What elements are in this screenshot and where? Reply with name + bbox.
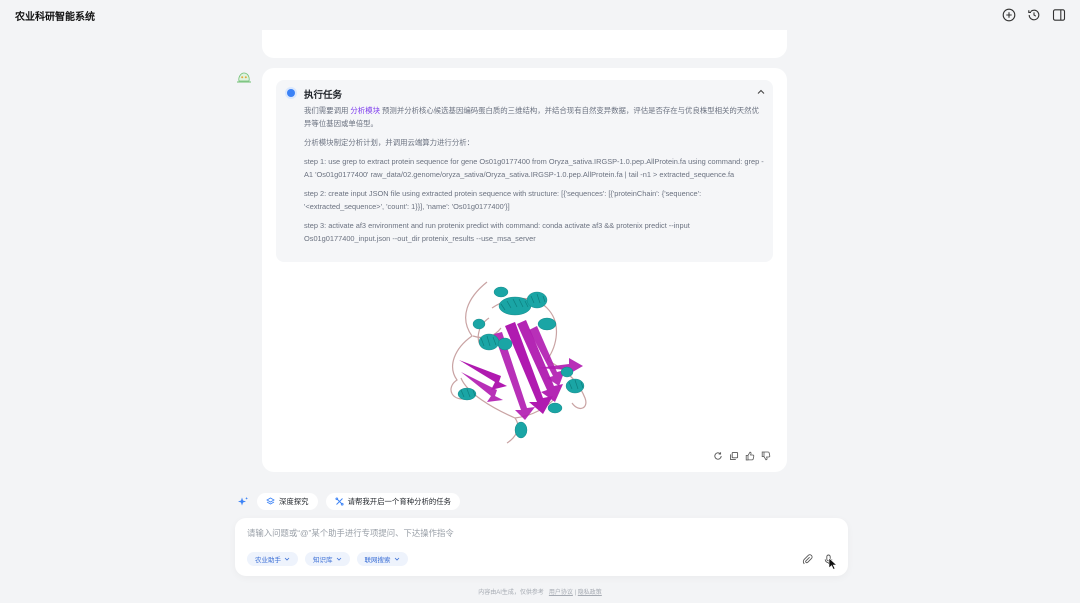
task-step-3: step 3: activate af3 environment and run… xyxy=(304,221,690,243)
knowledge-base-dropdown[interactable]: 知识库 xyxy=(305,552,350,566)
sparkle-icon xyxy=(238,496,248,505)
tools-icon xyxy=(335,497,344,506)
analysis-module-link[interactable]: 分析模块 xyxy=(350,106,380,115)
agri-assistant-dropdown[interactable]: 农业助手 xyxy=(247,552,298,566)
message-input[interactable] xyxy=(247,526,827,540)
chevron-down-icon xyxy=(284,557,290,561)
web-search-label: 联网搜索 xyxy=(364,557,391,564)
footer-notice: 内容由AI生成，仅供参考 xyxy=(478,590,544,596)
chevron-up-icon[interactable] xyxy=(756,87,766,97)
suggestion-row: 深度探究 请帮我开启一个育种分析的任务 xyxy=(237,493,461,510)
copy-icon[interactable] xyxy=(729,451,739,461)
protein-structure-svg xyxy=(450,281,587,444)
suggestion-deep-explore[interactable]: 深度探究 xyxy=(257,493,318,510)
knowledge-base-label: 知识库 xyxy=(313,557,333,564)
new-chat-icon[interactable] xyxy=(1002,8,1016,22)
task-plan: 分析模块制定分析计划，并调用云端算力进行分析： xyxy=(304,138,474,147)
protein-structure-image xyxy=(397,268,655,448)
user-agreement-link[interactable]: 用户协议 xyxy=(549,590,573,596)
chevron-down-icon xyxy=(336,557,341,561)
top-bar: 农业科研智能系统 xyxy=(0,0,1080,30)
history-icon[interactable] xyxy=(1027,8,1041,22)
task-intro: 我们需要调用 分析模块 预测并分析核心候选基因编码蛋白质的三维结构，并结合现有自… xyxy=(304,104,766,130)
composer-tools: 农业助手 知识库 联网搜索 xyxy=(247,552,408,566)
task-header[interactable]: 执行任务 xyxy=(286,87,766,101)
suggestion-breeding-task[interactable]: 请帮我开启一个育种分析的任务 xyxy=(325,493,461,510)
agri-assistant-label: 农业助手 xyxy=(255,557,281,564)
footer: 内容由AI生成，仅供参考 用户协议 | 隐私政策 xyxy=(478,590,602,596)
paperclip-icon[interactable] xyxy=(802,554,813,565)
suggestion-breeding-task-label: 请帮我开启一个育种分析的任务 xyxy=(347,497,452,506)
sidebar-toggle-icon[interactable] xyxy=(1052,8,1066,22)
task-intro-text: 我们需要调用 xyxy=(304,106,351,115)
task-step-2: step 2: create input JSON file using ext… xyxy=(304,189,702,211)
thumbs-down-icon[interactable] xyxy=(761,451,771,461)
top-toolbar xyxy=(1002,8,1066,22)
web-search-dropdown[interactable]: 联网搜索 xyxy=(356,552,408,566)
task-step-1: step 1: use grep to extract protein sequ… xyxy=(304,157,764,179)
task-status-dot xyxy=(287,89,295,97)
app-title: 农业科研智能系统 xyxy=(15,12,95,23)
composer: 农业助手 知识库 联网搜索 xyxy=(235,518,848,576)
privacy-policy-link[interactable]: 隐私政策 xyxy=(578,590,602,596)
refresh-icon[interactable] xyxy=(713,451,723,461)
thumbs-up-icon[interactable] xyxy=(745,451,755,461)
task-title: 执行任务 xyxy=(304,90,343,101)
task-body: 我们需要调用 分析模块 预测并分析核心候选基因编码蛋白质的三维结构，并结合现有自… xyxy=(304,104,766,251)
mouse-cursor-icon xyxy=(828,557,838,570)
chevron-down-icon xyxy=(394,557,399,561)
assistant-avatar-icon xyxy=(237,72,251,83)
layers-icon xyxy=(266,497,275,505)
message-actions xyxy=(713,451,771,461)
previous-message-card xyxy=(262,30,787,58)
suggestion-deep-explore-label: 深度探究 xyxy=(279,497,309,506)
